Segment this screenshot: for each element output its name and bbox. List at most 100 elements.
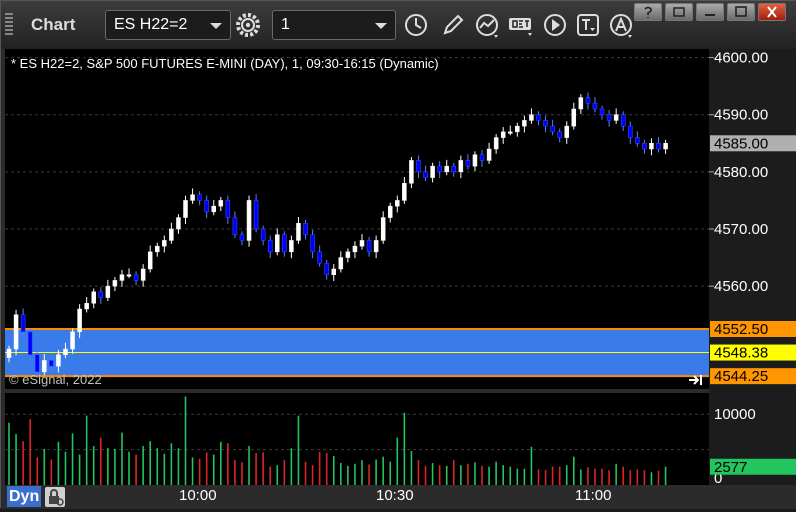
candle [27,328,33,360]
candle [437,161,442,179]
chart-window: Chart ES H22=2 1 4600.00 4590.00 4580.00… [0,0,796,509]
candle [515,122,520,137]
candle-body [331,268,337,275]
candle-body [543,120,548,127]
candle [522,115,527,133]
price-marker-band-bottom: 4544.25 [710,368,796,385]
candle [317,245,322,267]
price-marker-label: 4544.25 [714,368,768,385]
candle-body [70,331,75,350]
candle [373,235,379,259]
candle [20,308,26,336]
candle [423,165,428,181]
candle [352,241,358,259]
candle-body [571,108,577,127]
candle-body [296,223,301,241]
candle-body [606,114,612,121]
candle [345,248,351,263]
candle-body [6,348,12,358]
candle-body [275,234,280,253]
candle-body [402,183,407,201]
candle [578,94,584,114]
candle-body [232,217,238,235]
candle-body [197,194,202,201]
candle-body [663,143,668,150]
candle-body [324,263,329,275]
copyright-text: © eSignal, 2022 [9,372,102,387]
candle [486,142,492,164]
price-tick-label: 4600.00 [714,50,768,67]
candle [282,231,287,257]
candle-body [451,165,457,173]
candle-body [260,228,266,241]
candle [663,139,668,154]
dynamic-mode-label[interactable]: Dyn [7,486,42,507]
pane-divider [5,389,709,393]
candle-body [359,240,365,247]
candle-body [190,194,195,201]
candle [98,287,104,304]
candle-body [183,200,188,218]
candle-body [253,200,259,230]
candle [140,264,146,287]
candle-body [387,205,393,218]
time-axis-bar: Dyn 10:00 10:30 11:00 [1,485,796,509]
candle [451,162,457,177]
candle [246,195,252,247]
candle [458,155,464,179]
scroll-to-end-icon[interactable] [687,373,705,387]
candle [324,259,329,280]
candle-body [105,285,111,298]
candle [402,177,407,204]
candle [331,264,337,281]
price-marker-label: 4552.50 [714,321,768,338]
candle [133,271,139,286]
candle-body [56,354,61,367]
price-marker-label: 4585.00 [714,135,768,152]
candle-body [366,240,372,253]
candle-body [416,160,421,173]
candle [296,217,301,244]
candle-body [522,120,527,127]
candle [119,269,125,287]
candle [84,297,89,313]
price-tick-label: 4580.00 [714,164,768,181]
time-tick-label: 10:30 [376,487,414,504]
price-marker-label: 4548.38 [714,345,768,362]
candle-body [42,360,47,373]
candle [176,214,181,234]
candle-body [169,228,174,241]
candle [387,202,393,223]
candle [543,115,548,133]
candle-body [515,125,520,133]
candle-body [628,125,633,138]
candle-body [176,217,181,230]
candle [409,157,414,189]
candle-body [225,200,231,218]
volume-last-label: 2577 [714,459,747,476]
chart-description: * ES H22=2, S&P 500 FUTURES E-MINI (DAY)… [11,56,439,71]
candle [169,222,174,244]
candle [606,109,612,127]
candle-body [162,240,167,247]
candle [267,235,273,259]
candle [13,309,19,356]
candle [430,162,435,183]
candle-body [126,274,132,277]
candle-body [133,274,139,281]
candle [105,279,111,301]
candle [239,231,245,246]
candle-body [310,234,315,253]
candle-body [373,240,379,253]
candle [642,139,647,154]
candle [613,108,619,124]
candle [416,155,421,179]
candle-body [472,154,478,167]
price-tick-label: 4560.00 [714,278,768,295]
candle [472,151,478,171]
candle-body [437,165,442,173]
candle-body [479,154,485,161]
candle [183,195,188,224]
lock-icon[interactable] [45,487,65,507]
candle-body [500,131,506,138]
